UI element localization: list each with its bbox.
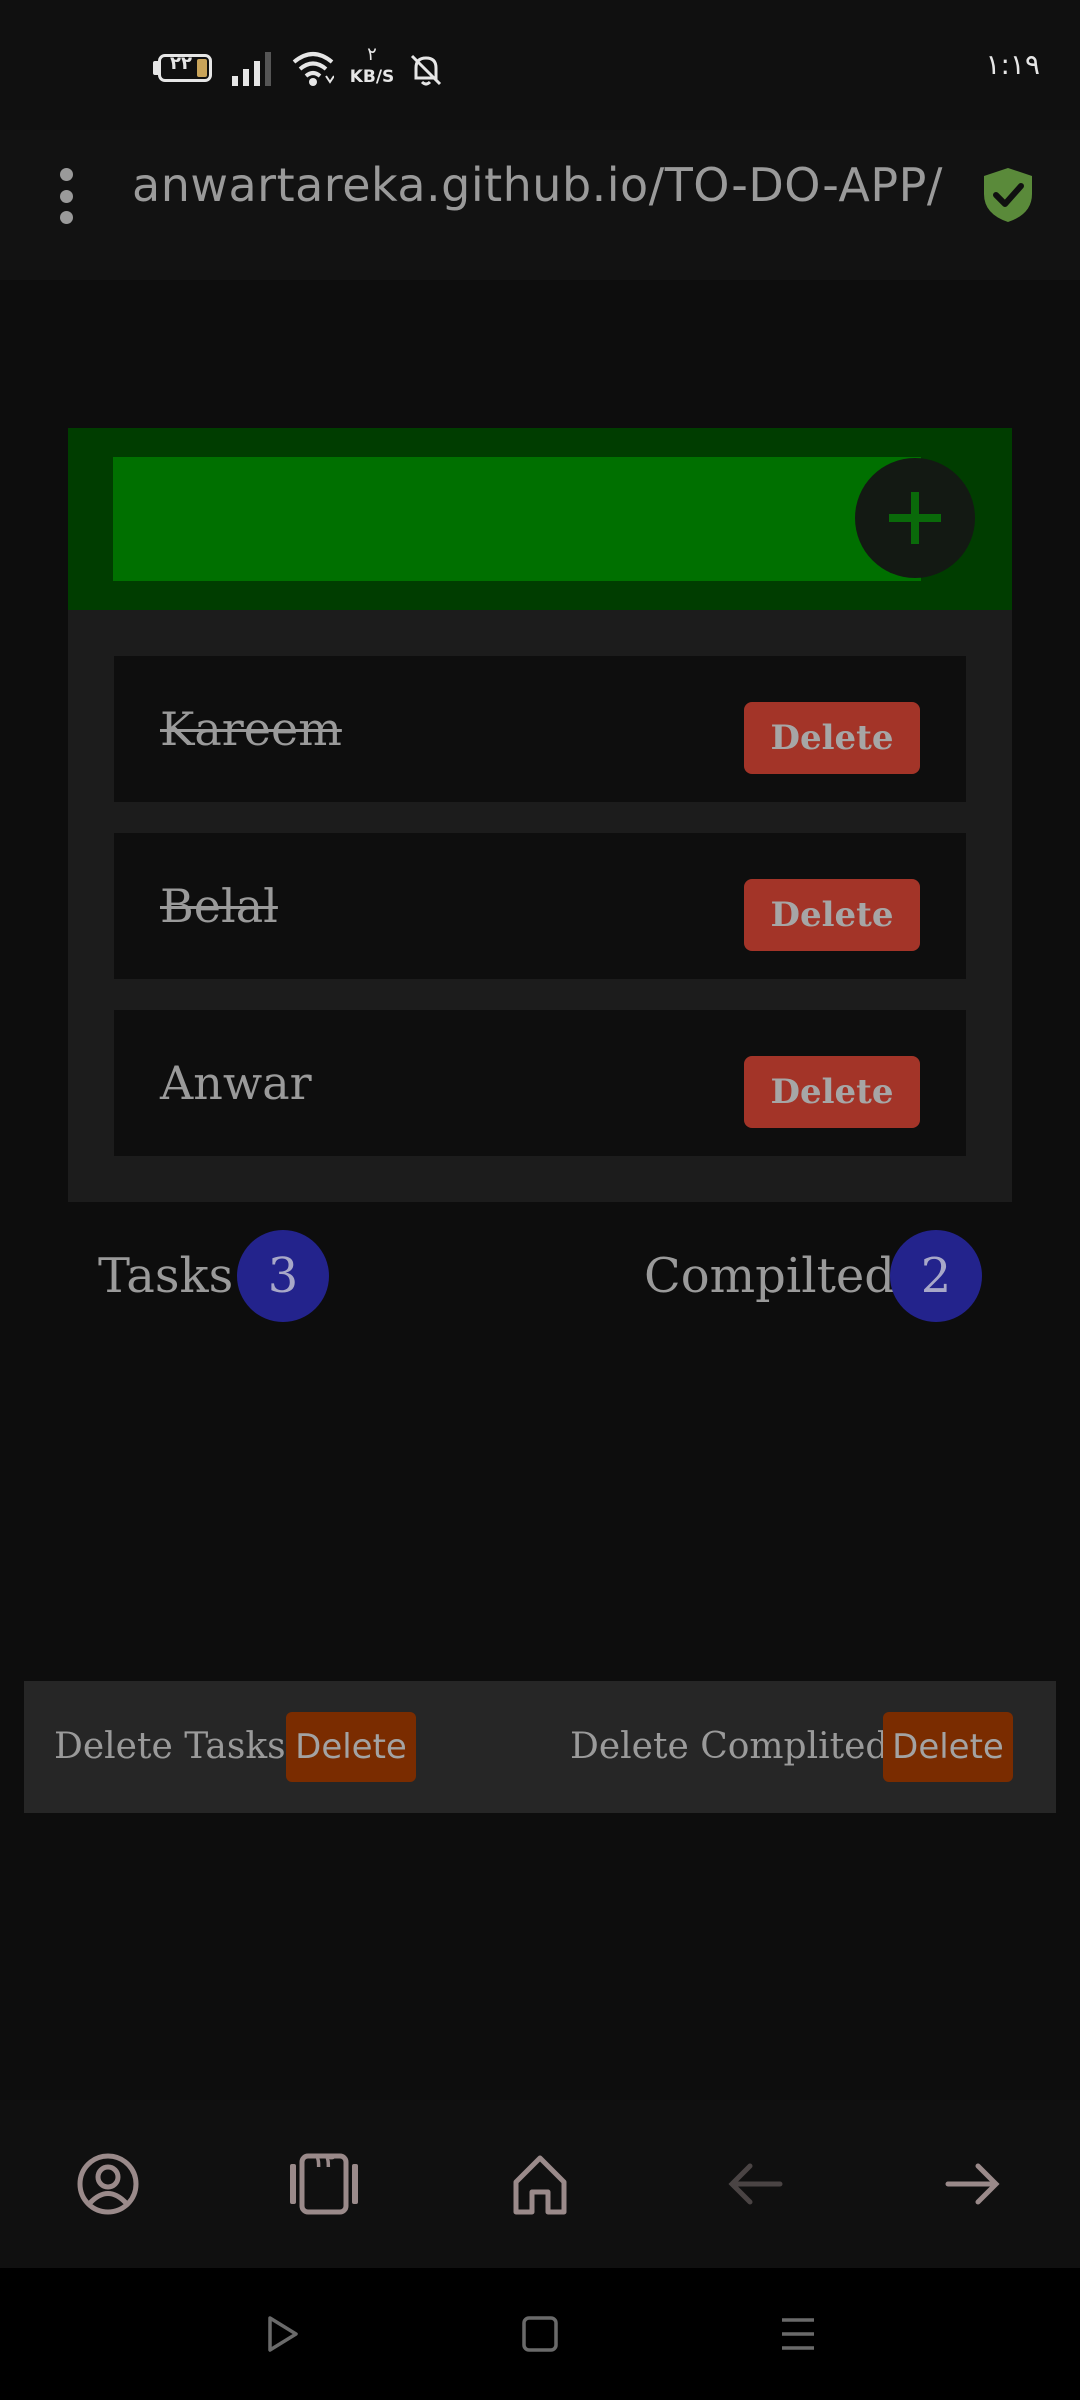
task-label[interactable]: Belal — [160, 833, 278, 979]
tasks-counter-label: Tasks — [98, 1248, 234, 1304]
task-item[interactable]: Anwar Delete — [114, 1010, 966, 1156]
completed-counter-label: Compilted — [644, 1248, 895, 1304]
square-icon[interactable] — [520, 2314, 560, 2354]
delete-task-button[interactable]: Delete — [744, 702, 920, 774]
play-icon[interactable] — [262, 2314, 302, 2354]
back-arrow-icon[interactable] — [720, 2148, 792, 2220]
delete-all-tasks-button[interactable]: Delete — [286, 1712, 416, 1782]
completed-count-badge: 2 — [890, 1230, 982, 1322]
task-label[interactable]: Anwar — [160, 1010, 312, 1156]
delete-tasks-label: Delete Tasks: — [54, 1726, 298, 1767]
delete-completed-button[interactable]: Delete — [883, 1712, 1013, 1782]
delete-completed-label: Delete Complited: — [570, 1726, 901, 1767]
delete-task-button[interactable]: Delete — [744, 1056, 920, 1128]
forward-arrow-icon[interactable] — [936, 2148, 1008, 2220]
account-icon[interactable] — [72, 2148, 144, 2220]
task-item[interactable]: Belal Delete — [114, 833, 966, 979]
task-item[interactable]: Kareem Delete — [114, 656, 966, 802]
plus-icon — [889, 492, 941, 544]
menu-icon[interactable] — [778, 2314, 818, 2354]
wifi-icon — [292, 52, 334, 86]
clock: ١:١٩ — [985, 48, 1040, 81]
tabs-count: ١٢ — [311, 2148, 337, 2172]
mute-notification-icon — [410, 54, 442, 86]
home-icon[interactable] — [504, 2148, 576, 2220]
data-speed-unit: KB/S — [349, 67, 395, 87]
tabs-icon[interactable]: ١٢ — [288, 2148, 360, 2220]
battery-level: ٢٢ — [170, 53, 192, 74]
secure-shield-icon[interactable] — [980, 166, 1036, 224]
signal-icon — [232, 52, 271, 86]
add-task-button[interactable] — [855, 458, 975, 578]
more-options-icon[interactable] — [58, 168, 74, 224]
tasks-count-badge: 3 — [237, 1230, 329, 1322]
address-bar[interactable]: anwartareka.github.io/TO-DO-APP/ — [132, 158, 943, 232]
data-speed-value: ٢ — [367, 44, 377, 65]
delete-task-button[interactable]: Delete — [744, 879, 920, 951]
task-label[interactable]: Kareem — [160, 656, 342, 802]
task-input[interactable] — [113, 457, 921, 581]
battery-icon: ٢٢ — [158, 53, 212, 82]
